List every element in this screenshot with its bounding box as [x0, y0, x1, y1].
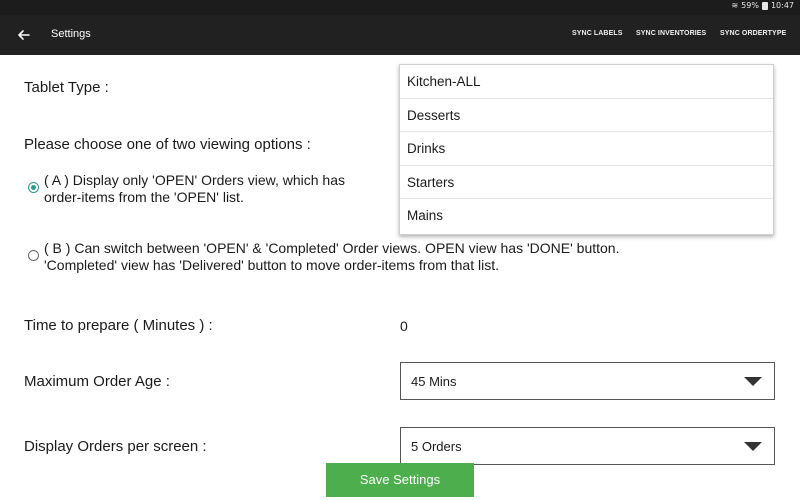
page-title: Settings [51, 28, 91, 40]
time-to-prepare-value[interactable]: 0 [400, 318, 408, 334]
orders-per-screen-label: Display Orders per screen : [24, 438, 207, 455]
dropdown-option-starters[interactable]: Starters [400, 166, 773, 199]
max-order-age-select[interactable]: 45 Mins [400, 362, 775, 400]
option-a-line2: order-items from the 'OPEN' list. [44, 189, 244, 205]
viewing-options-prompt: Please choose one of two viewing options… [24, 136, 311, 153]
battery-percentage: 59% [741, 1, 759, 10]
max-order-age-label: Maximum Order Age : [24, 373, 170, 390]
dropdown-option-desserts[interactable]: Desserts [400, 99, 773, 132]
sync-ordertype-button[interactable]: SYNC ORDERTYPE [720, 30, 786, 37]
option-a-line1: ( A ) Display only 'OPEN' Orders view, w… [44, 172, 346, 188]
dropdown-caret-icon [744, 377, 762, 386]
dropdown-option-mains[interactable]: Mains [400, 199, 773, 233]
orders-per-screen-value: 5 Orders [411, 439, 462, 454]
wifi-icon: ≋ [731, 1, 739, 10]
back-arrow-icon[interactable] [14, 25, 34, 45]
save-settings-button[interactable]: Save Settings [326, 463, 474, 497]
app-bar: Settings SYNC LABELS SYNC INVENTORIES SY… [0, 15, 800, 55]
sync-labels-button[interactable]: SYNC LABELS [572, 30, 623, 37]
option-b-line2: 'Completed' view has 'Delivered' button … [44, 257, 499, 273]
tablet-type-dropdown: Kitchen-ALL Desserts Drinks Starters Mai… [399, 64, 774, 235]
tablet-type-label: Tablet Type : [24, 79, 109, 96]
status-indicators: ≋ 59% 10:47 [731, 1, 794, 10]
status-bar: ≋ 59% 10:47 [0, 0, 800, 15]
dropdown-caret-icon [744, 442, 762, 451]
orders-per-screen-select[interactable]: 5 Orders [400, 427, 775, 465]
max-order-age-value: 45 Mins [411, 374, 457, 389]
option-b-line1: ( B ) Can switch between 'OPEN' & 'Compl… [44, 240, 620, 256]
sync-inventories-button[interactable]: SYNC INVENTORIES [636, 30, 706, 37]
option-b-text[interactable]: ( B ) Can switch between 'OPEN' & 'Compl… [44, 240, 619, 274]
dropdown-option-drinks[interactable]: Drinks [400, 132, 773, 166]
battery-icon [761, 1, 768, 10]
dropdown-option-kitchen-all[interactable]: Kitchen-ALL [400, 65, 773, 99]
time-to-prepare-label: Time to prepare ( Minutes ) : [24, 317, 213, 334]
option-a-radio[interactable] [28, 182, 39, 193]
option-b-radio[interactable] [28, 250, 39, 261]
clock: 10:47 [770, 1, 794, 10]
option-a-text[interactable]: ( A ) Display only 'OPEN' Orders view, w… [44, 172, 345, 206]
